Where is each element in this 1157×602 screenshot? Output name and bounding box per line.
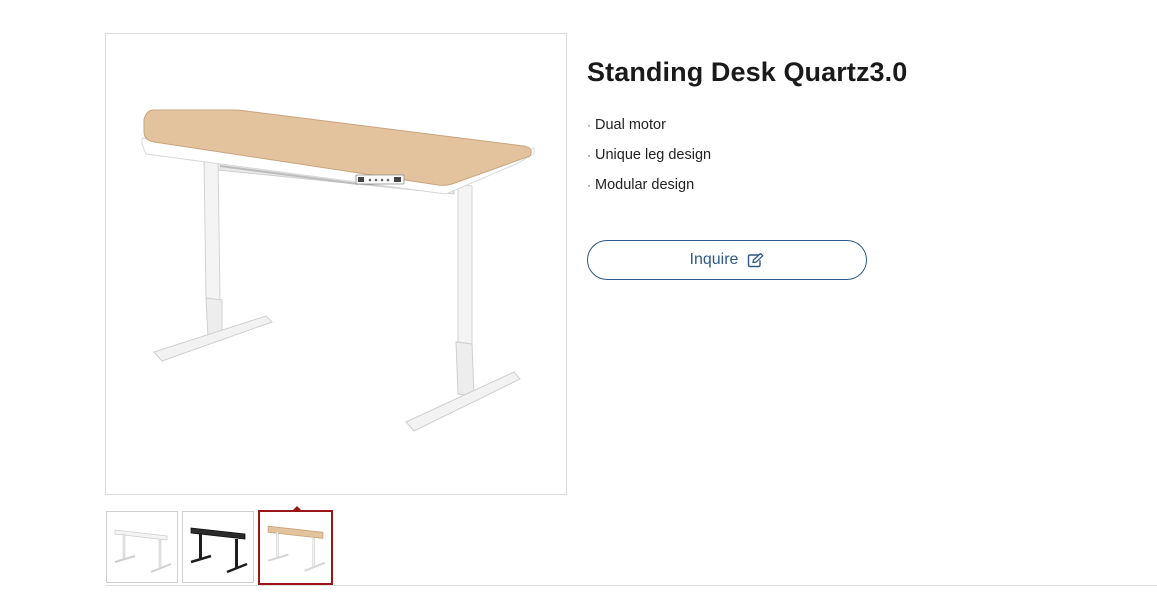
bullet: · [587, 148, 591, 162]
desk-illustration [141, 109, 535, 432]
feature-text: Unique leg design [595, 147, 712, 163]
edit-icon [747, 252, 764, 268]
thumbnail-black-desk[interactable] [182, 511, 254, 583]
feature-text: Modular design [595, 177, 695, 193]
inquire-label: Inquire [689, 251, 739, 268]
black-desk-thumbnail-image [190, 527, 248, 574]
wood-desk-thumbnail-image [267, 525, 326, 572]
main-product-image[interactable] [105, 33, 567, 495]
product-page: Standing Desk Quartz3.0 · Dual motor · Uni… [0, 0, 1157, 602]
selected-thumbnail-marker [292, 506, 302, 511]
bullet: · [587, 178, 591, 192]
thumbnail-white-desk[interactable] [106, 511, 178, 583]
feature-list: · Dual motor · Unique leg design · Modular … [587, 115, 711, 205]
feature-item: · Dual motor [587, 115, 711, 145]
thumbnail-wood-desk[interactable] [258, 510, 333, 585]
inquire-button[interactable]: Inquire [587, 240, 867, 280]
divider [105, 585, 1157, 586]
product-title: Standing Desk Quartz3.0 [587, 57, 908, 87]
feature-item: · Modular design [587, 175, 711, 205]
white-desk-thumbnail-image [114, 529, 172, 573]
bullet: · [587, 118, 591, 132]
feature-text: Dual motor [595, 117, 666, 133]
feature-item: · Unique leg design [587, 145, 711, 175]
